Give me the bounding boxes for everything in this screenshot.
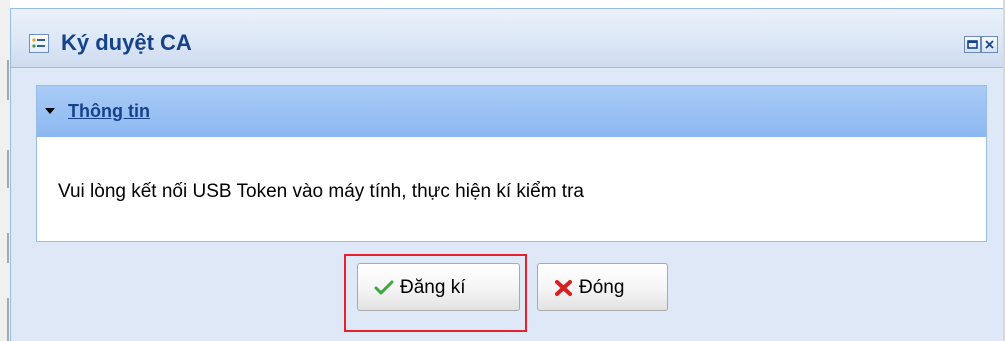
background-line [7, 150, 9, 188]
form-list-icon [29, 34, 49, 53]
background-line [7, 60, 9, 100]
info-panel-body: Vui lòng kết nối USB Token vào máy tính,… [37, 137, 986, 241]
dialog-title: Ký duyệt CA [61, 30, 192, 55]
checkmark-icon [374, 279, 394, 302]
info-panel-title[interactable]: Thông tin [68, 99, 150, 123]
info-panel-header[interactable]: Thông tin [37, 86, 986, 138]
collapse-arrow-icon[interactable] [45, 108, 55, 114]
info-message: Vui lòng kết nối USB Token vào máy tính,… [58, 181, 584, 202]
dialog-window: Ký duyệt CA Thông tin Vui lòng kết nối U… [10, 8, 1003, 341]
close-icon[interactable] [981, 36, 998, 53]
x-icon [554, 279, 574, 302]
info-panel: Thông tin Vui lòng kết nối USB Token vào… [36, 85, 987, 242]
dialog-titlebar[interactable]: Ký duyệt CA [11, 9, 1003, 68]
background-line [7, 298, 9, 341]
register-button[interactable]: Đăng kí [357, 263, 520, 311]
background-line [7, 233, 9, 263]
maximize-icon[interactable] [964, 36, 981, 53]
close-button[interactable]: Đóng [537, 263, 668, 311]
close-button-label: Đóng [579, 277, 625, 298]
register-button-label: Đăng kí [400, 277, 466, 298]
background-left-strip [0, 0, 10, 341]
